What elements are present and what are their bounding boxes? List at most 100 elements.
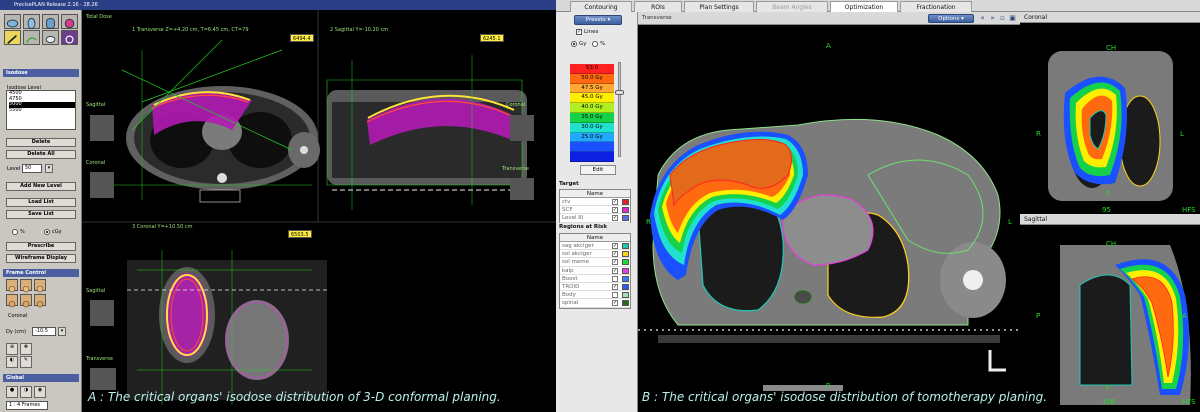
tab-rois[interactable]: ROIs	[634, 1, 682, 12]
target-row[interactable]: SCF ✓	[560, 206, 630, 215]
global-view-icon[interactable]: ●	[6, 386, 18, 398]
presets-dropdown[interactable]: Presets ▾	[574, 15, 622, 25]
patient-back-icon[interactable]	[20, 294, 32, 308]
region-at-risk-row[interactable]: sol akciger ✓	[560, 250, 630, 259]
visibility-checkbox[interactable]: ✓	[612, 207, 618, 214]
region-at-risk-row[interactable]: TROID ✓	[560, 283, 630, 292]
transverse-view-icon[interactable]	[4, 14, 21, 29]
isodose-level-row[interactable]	[570, 152, 614, 162]
tab-plan-settings[interactable]: Plan Settings	[684, 1, 754, 12]
visibility-checkbox[interactable]: ✓	[612, 259, 618, 266]
isodose-level-row[interactable]: 25.0 Gy	[570, 132, 614, 143]
thumb-sagittal-image-bottom[interactable]	[90, 300, 114, 326]
transverse-ct-slice[interactable]	[102, 39, 320, 203]
patient-front-icon[interactable]	[6, 279, 18, 293]
lines-checkbox[interactable]: ✓	[576, 29, 582, 35]
isodose-level-row[interactable]: 30.0 Gy	[570, 122, 614, 133]
ruler-icon[interactable]: ✎	[20, 356, 32, 368]
visibility-checkbox[interactable]: ✓	[612, 199, 618, 205]
load-list-button[interactable]: Load List	[6, 198, 76, 207]
coronal-view-icon[interactable]	[42, 14, 59, 29]
gy-radio[interactable]	[571, 41, 577, 47]
sagittal-slice-number[interactable]: 106	[1102, 398, 1115, 406]
sagittal-ct-slice[interactable]	[326, 55, 527, 210]
target-row[interactable]: ctv ✓	[560, 198, 630, 207]
coronal-slice-number[interactable]: 95	[1102, 206, 1111, 214]
patient-left-icon[interactable]	[20, 279, 32, 293]
color-swatch[interactable]	[622, 275, 629, 282]
dy-input[interactable]: -10.5	[32, 327, 56, 336]
options-dropdown[interactable]: Options ▾	[928, 14, 974, 23]
coronal-ct-slice[interactable]	[127, 250, 327, 405]
prescribe-button[interactable]: Prescribe	[6, 242, 76, 251]
tab-fractionation[interactable]: Fractionation	[900, 1, 972, 12]
color-swatch[interactable]	[622, 300, 629, 307]
sagittal-view-icon[interactable]	[23, 14, 40, 30]
global-contrast-icon[interactable]: ◑	[20, 386, 32, 398]
thumb-coronal-image-right[interactable]	[510, 115, 534, 141]
maximize-view-icon[interactable]: ▣	[1008, 14, 1017, 23]
thumb-transverse-image-bottom[interactable]	[90, 368, 116, 390]
tab-contouring[interactable]: Contouring	[570, 1, 632, 12]
isodose-level-row[interactable]: 47.5 Gy	[570, 83, 614, 94]
percent-radio[interactable]	[592, 41, 598, 47]
thumb-transverse-image-right[interactable]	[510, 178, 534, 200]
delete-button[interactable]: Delete	[6, 138, 76, 147]
first-slice-icon[interactable]: «	[978, 14, 987, 23]
patient-right-icon[interactable]	[34, 279, 46, 293]
region-at-risk-row[interactable]: spinal ✓	[560, 299, 630, 308]
visibility-checkbox[interactable]: ✓	[612, 243, 618, 249]
region-at-risk-row[interactable]: kalp ✓	[560, 267, 630, 275]
tab-beam-angles[interactable]: Beam Angles	[756, 1, 828, 12]
patient-top-icon[interactable]	[6, 294, 18, 308]
dvh-tool-icon[interactable]	[61, 30, 78, 45]
pan-icon[interactable]: ✥	[20, 343, 32, 355]
last-slice-icon[interactable]: »	[988, 14, 997, 23]
color-swatch[interactable]	[622, 259, 629, 266]
level-input[interactable]: 50	[22, 164, 42, 173]
zoom-icon[interactable]: ⊕	[6, 343, 18, 355]
dy-stepper[interactable]: ▾	[58, 327, 66, 336]
thumb-coronal-image[interactable]	[90, 172, 114, 198]
region-at-risk-row[interactable]: sol meme ✓	[560, 258, 630, 267]
isodose-level-row[interactable]: 53.0	[570, 64, 614, 74]
wireframe-display-button[interactable]: Wireframe Display	[6, 254, 76, 263]
transverse-ct-image[interactable]	[638, 25, 1020, 412]
frames-select[interactable]: 1 : 4 Frames	[6, 401, 48, 410]
tab-optimization[interactable]: Optimization	[830, 1, 898, 12]
level-stepper[interactable]: ▾	[45, 164, 53, 173]
color-swatch[interactable]	[622, 283, 629, 290]
isodose-slider-knob[interactable]	[615, 90, 624, 95]
delete-all-button[interactable]: Delete All	[6, 150, 76, 159]
isodose-slider-track[interactable]	[618, 62, 621, 157]
target-row[interactable]: Level III ✓	[560, 214, 630, 223]
window-level-icon[interactable]: ◐	[6, 356, 18, 368]
add-new-level-button[interactable]: Add New Level	[6, 182, 76, 191]
isodose-level-item[interactable]: 5500	[9, 107, 75, 114]
isodose-level-row[interactable]: 40.0 Gy	[570, 103, 614, 113]
color-swatch[interactable]	[622, 251, 629, 258]
visibility-checkbox[interactable]: ✓	[612, 267, 618, 274]
region-at-risk-row[interactable]: Boost	[560, 275, 630, 283]
save-list-button[interactable]: Save List	[6, 210, 76, 219]
region-at-risk-row[interactable]: Body	[560, 291, 630, 300]
cgy-radio[interactable]	[44, 229, 50, 235]
edit-button[interactable]: Edit	[580, 165, 616, 175]
region-at-risk-row[interactable]: sag akciger ✓	[560, 242, 630, 251]
dose-tool-icon[interactable]	[42, 30, 59, 45]
isodose-level-row[interactable]: 45.0 Gy	[570, 93, 614, 104]
visibility-checkbox[interactable]: ✓	[612, 215, 618, 222]
visibility-checkbox[interactable]	[612, 275, 618, 282]
color-swatch[interactable]	[622, 215, 629, 222]
color-swatch[interactable]	[622, 199, 629, 205]
visibility-checkbox[interactable]: ✓	[612, 283, 618, 290]
global-3d-icon[interactable]: ◉	[34, 386, 46, 398]
isodose-level-row[interactable]: 50.0 Gy	[570, 73, 614, 84]
three-d-view-icon[interactable]	[61, 14, 78, 29]
minimize-view-icon[interactable]: ▫	[998, 14, 1007, 23]
color-swatch[interactable]	[622, 243, 629, 249]
isodose-level-list[interactable]: 4500 4750 5000 5500	[6, 90, 76, 130]
visibility-checkbox[interactable]: ✓	[612, 300, 618, 307]
thumb-sagittal-image[interactable]	[90, 115, 114, 141]
contour-tool-icon[interactable]	[23, 30, 40, 45]
